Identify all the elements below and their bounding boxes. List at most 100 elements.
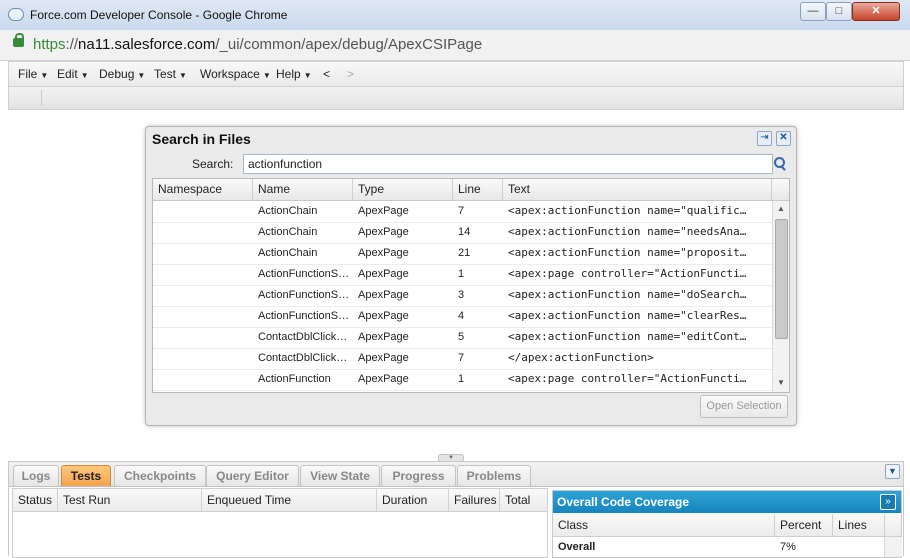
column-header-namespace[interactable]: Namespace xyxy=(153,179,253,200)
cell-name: ActionChain xyxy=(258,226,318,238)
column-header-text[interactable]: Text xyxy=(503,179,772,200)
cell-type: ApexPage xyxy=(358,373,409,385)
cell-type: ApexPage xyxy=(358,205,409,217)
dialog-title: Search in Files xyxy=(152,131,251,147)
column-header-line[interactable]: Line xyxy=(453,179,503,200)
menu-debug[interactable]: Debug ▼ xyxy=(99,67,145,81)
address-bar[interactable]: https://na11.salesforce.com/_ui/common/a… xyxy=(0,30,910,61)
scroll-down-icon[interactable]: ▼ xyxy=(777,378,785,387)
minimize-button[interactable]: — xyxy=(800,2,826,21)
menu-file[interactable]: File ▼ xyxy=(18,67,48,81)
result-row[interactable]: ActionFunctionS… ApexPage 4 <apex:action… xyxy=(153,306,772,328)
cell-text: <apex:actionFunction name="proposit… xyxy=(508,246,747,259)
column-header-lines[interactable]: Lines xyxy=(833,514,885,536)
cell-name: ActionChain xyxy=(258,247,318,259)
coverage-scrollbar[interactable] xyxy=(884,537,902,557)
tab-progress[interactable]: Progress xyxy=(381,465,456,486)
menu-workspace[interactable]: Workspace ▼ xyxy=(200,67,271,81)
lock-icon xyxy=(13,33,24,47)
cell-type: ApexPage xyxy=(358,310,409,322)
cell-type: ApexPage xyxy=(358,247,409,259)
cell-namespace xyxy=(153,327,253,348)
cell-text: <apex:actionFunction name="editCont… xyxy=(508,330,747,343)
column-header-percent[interactable]: Percent xyxy=(775,514,833,536)
url-path: /_ui/common/apex/debug/ApexCSIPage xyxy=(215,36,483,53)
result-row[interactable]: ContactDblClick… ApexPage 5 <apex:action… xyxy=(153,327,772,349)
tab-problems[interactable]: Problems xyxy=(457,465,531,486)
column-header-failures[interactable]: Failures xyxy=(449,489,500,511)
column-header-class[interactable]: Class xyxy=(553,514,775,536)
result-row[interactable]: ContactDblClick… ApexPage 7 </apex:actio… xyxy=(153,348,772,370)
column-header-name[interactable]: Name xyxy=(253,179,353,200)
result-row[interactable]: ActionFunctionS… ApexPage 3 <apex:action… xyxy=(153,285,772,307)
scroll-up-icon[interactable]: ▲ xyxy=(777,204,785,213)
search-in-files-dialog: Search in Files ⇥ ✕ Search: Namespace Na… xyxy=(145,126,797,426)
url-host: na11.salesforce.com xyxy=(78,36,216,53)
result-row[interactable]: ActionChain ApexPage 7 <apex:actionFunct… xyxy=(153,201,772,223)
cell-type: ApexPage xyxy=(358,268,409,280)
cell-text: <apex:actionFunction name="clearRes… xyxy=(508,309,747,322)
cell-type: ApexPage xyxy=(358,226,409,238)
caret-down-icon: ▼ xyxy=(40,71,49,80)
cell-line: 7 xyxy=(458,205,465,217)
close-window-button[interactable]: ✕ xyxy=(852,2,900,21)
search-input[interactable] xyxy=(243,154,773,174)
result-row[interactable]: ActionFunction ApexPage 1 <apex:page con… xyxy=(153,369,772,391)
nav-back-button[interactable]: < xyxy=(323,67,330,81)
column-header-test-run[interactable]: Test Run xyxy=(58,489,202,511)
result-row[interactable]: ActionChain ApexPage 21 <apex:actionFunc… xyxy=(153,243,772,265)
tab-query-editor[interactable]: Query Editor xyxy=(206,465,299,486)
cell-namespace xyxy=(153,201,253,222)
menu-label: Help xyxy=(276,67,301,81)
url-text[interactable]: https://na11.salesforce.com/_ui/common/a… xyxy=(33,36,482,53)
caret-down-icon: ▼ xyxy=(80,71,89,80)
nav-forward-button[interactable]: > xyxy=(347,67,354,81)
cell-namespace xyxy=(153,306,253,327)
close-dialog-button[interactable]: ✕ xyxy=(776,131,791,146)
cell-text: <apex:page controller="ActionFuncti… xyxy=(508,372,747,385)
column-header-type[interactable]: Type xyxy=(353,179,453,200)
results-header: Namespace Name Type Line Text xyxy=(153,179,789,201)
results-grid: Namespace Name Type Line Text ActionChai… xyxy=(152,178,790,393)
test-runs-grid: Status Test Run Enqueued Time Duration F… xyxy=(12,488,548,558)
column-header-status[interactable]: Status xyxy=(13,489,58,511)
cell-line: 7 xyxy=(458,352,465,364)
cell-namespace xyxy=(153,348,253,369)
tab-checkpoints[interactable]: Checkpoints xyxy=(114,465,206,486)
maximize-button[interactable]: □ xyxy=(826,2,852,21)
cell-name: ActionFunctionS… xyxy=(258,310,350,322)
cell-line: 1 xyxy=(458,373,465,385)
tab-tests[interactable]: Tests xyxy=(61,465,111,486)
cell-line: 1 xyxy=(458,268,465,280)
caret-down-icon: ▼ xyxy=(179,71,187,80)
menu-edit[interactable]: Edit ▼ xyxy=(57,67,89,81)
caret-down-icon: ▼ xyxy=(262,71,271,80)
coverage-row[interactable]: Overall 7% xyxy=(553,537,883,557)
cell-namespace xyxy=(153,243,253,264)
cell-line: 21 xyxy=(458,247,471,259)
collapse-panel-icon[interactable]: ▼ xyxy=(885,464,900,479)
tab-logs[interactable]: Logs xyxy=(13,465,59,486)
result-row[interactable]: ActionFunctionS… ApexPage 1 <apex:page c… xyxy=(153,264,772,286)
column-header-duration[interactable]: Duration xyxy=(377,489,449,511)
panel-splitter[interactable]: ▼ xyxy=(8,454,902,462)
menu-bar: File ▼ Edit ▼ Debug ▼ Test ▼ Workspace ▼ Help… xyxy=(8,61,904,87)
url-separator: :// xyxy=(65,36,79,53)
tab-view-state[interactable]: View State xyxy=(300,465,380,486)
cell-type: ApexPage xyxy=(358,289,409,301)
result-row[interactable]: ActionChain ApexPage 14 <apex:actionFunc… xyxy=(153,222,772,244)
window-title: Force.com Developer Console - Google Chr… xyxy=(30,8,288,22)
column-header-enqueued-time[interactable]: Enqueued Time xyxy=(202,489,377,511)
results-scrollbar[interactable]: ▲ ▼ xyxy=(772,201,789,392)
cell-text: <apex:actionFunction name="doSearch… xyxy=(508,288,747,301)
dock-icon[interactable]: ⇥ xyxy=(757,131,772,146)
open-selection-button[interactable]: Open Selection xyxy=(700,395,788,418)
search-icon[interactable] xyxy=(771,154,787,172)
bottom-panel: Logs Tests Checkpoints Query Editor View… xyxy=(8,461,904,558)
coverage-header: Class Percent Lines xyxy=(553,514,901,537)
scroll-thumb[interactable] xyxy=(775,219,788,339)
menu-test[interactable]: Test ▼ xyxy=(154,67,187,81)
column-header-total[interactable]: Total xyxy=(500,489,547,511)
expand-panel-icon[interactable]: » xyxy=(880,494,896,510)
menu-help[interactable]: Help ▼ xyxy=(276,67,312,81)
